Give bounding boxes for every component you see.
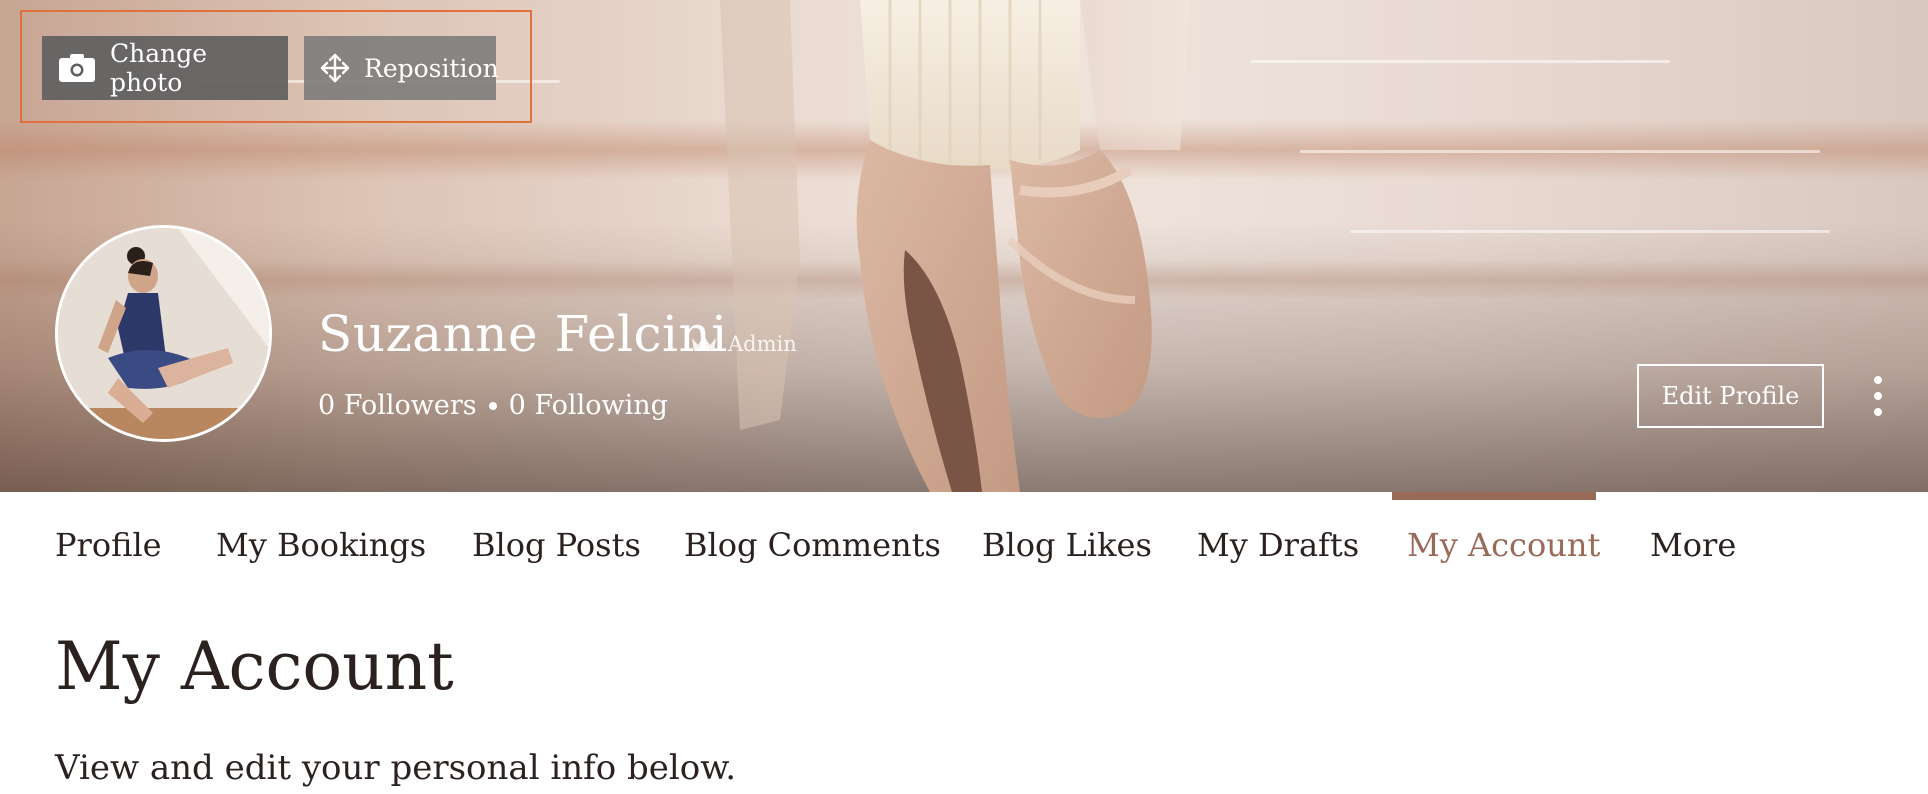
tab-profile[interactable]: Profile xyxy=(55,526,162,564)
cover-ballet-illustration xyxy=(720,0,1190,492)
admin-badge-label: Admin xyxy=(728,332,797,356)
dot xyxy=(1874,392,1882,400)
reposition-button[interactable]: Reposition xyxy=(304,36,499,100)
change-photo-label: Change photo xyxy=(110,39,208,97)
change-photo-button[interactable]: Change photo xyxy=(42,36,288,100)
tab-my-account[interactable]: My Account xyxy=(1407,526,1600,564)
followers-link[interactable]: 0 Followers xyxy=(318,390,477,421)
cover-photo-controls: Change photo Reposition xyxy=(20,10,532,123)
admin-badge: Admin xyxy=(690,332,797,356)
cover-decoration xyxy=(1300,150,1820,153)
avatar[interactable] xyxy=(55,225,272,442)
avatar-ballerina-photo xyxy=(58,228,269,439)
page-title: My Account xyxy=(55,628,454,705)
separator-dot xyxy=(488,401,497,410)
vertical-dots-icon[interactable] xyxy=(1866,376,1890,416)
tab-my-drafts[interactable]: My Drafts xyxy=(1197,526,1359,564)
tab-more[interactable]: More xyxy=(1650,526,1736,564)
profile-tabs: Profile My Bookings Blog Posts Blog Comm… xyxy=(0,492,1928,604)
dot xyxy=(1874,376,1882,384)
tab-blog-comments[interactable]: Blog Comments xyxy=(684,526,941,564)
move-arrows-icon xyxy=(320,53,350,83)
edit-profile-button[interactable]: Edit Profile xyxy=(1637,364,1824,428)
cover-decoration xyxy=(1350,230,1830,233)
cover-decoration xyxy=(1250,60,1670,63)
cover-image: Change photo Reposition Suzanne Felcini … xyxy=(0,0,1928,492)
following-link[interactable]: 0 Following xyxy=(509,390,668,421)
camera-icon xyxy=(59,54,95,82)
tab-blog-posts[interactable]: Blog Posts xyxy=(472,526,641,564)
active-tab-indicator xyxy=(1392,492,1596,500)
profile-name: Suzanne Felcini xyxy=(318,305,728,363)
follow-stats: 0 Followers 0 Following xyxy=(318,390,668,421)
tab-my-bookings[interactable]: My Bookings xyxy=(216,526,426,564)
crown-icon xyxy=(692,336,716,351)
tab-blog-likes[interactable]: Blog Likes xyxy=(982,526,1152,564)
dot xyxy=(1874,408,1882,416)
page-subtitle: View and edit your personal info below. xyxy=(55,748,737,788)
reposition-label: Reposition xyxy=(364,53,499,83)
